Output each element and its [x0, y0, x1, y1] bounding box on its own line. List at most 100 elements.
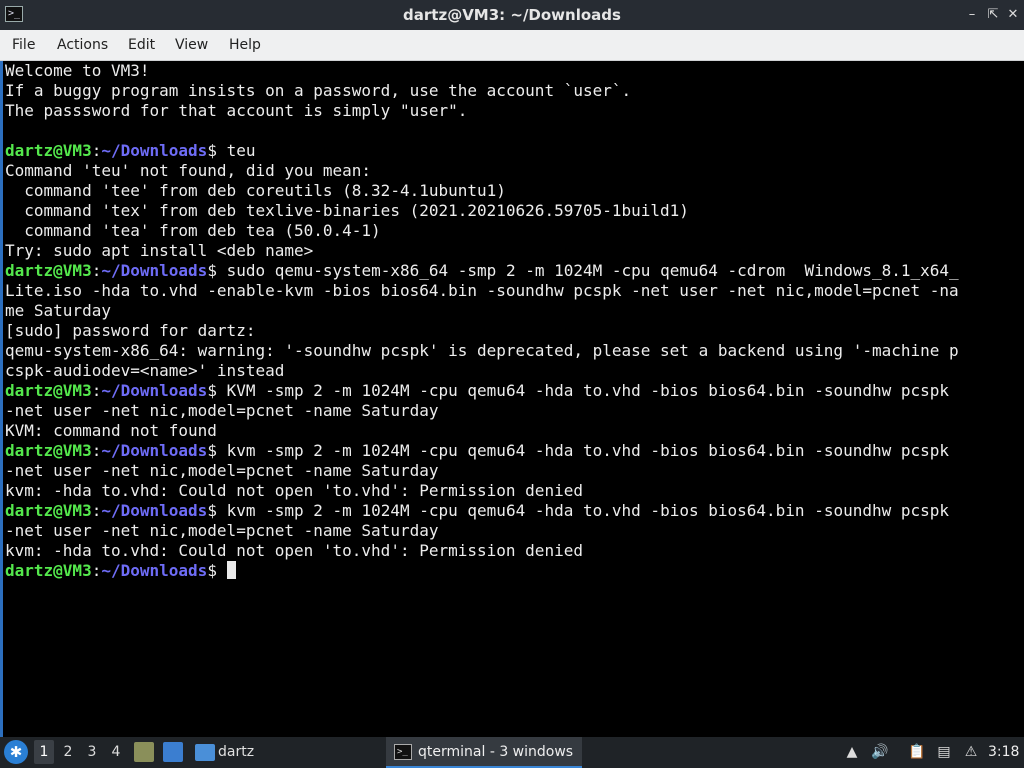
terminal-output: Welcome to VM3! If a buggy program insist… [5, 61, 959, 581]
folder-label[interactable]: dartz [218, 737, 254, 768]
menu-help[interactable]: Help [229, 30, 261, 60]
terminal-line: The passsword for that account is simply… [5, 101, 959, 121]
terminal-line: command 'tex' from deb texlive-binaries … [5, 201, 959, 221]
workspace-1[interactable]: 1 [34, 740, 54, 764]
prompt-separator: : [91, 381, 102, 400]
prompt-path: ~/Downloads [101, 501, 208, 520]
prompt-user: dartz@VM3 [5, 141, 92, 160]
prompt-separator: : [91, 261, 102, 280]
line-text: Lite.iso -hda to.vhd -enable-kvm -bios b… [5, 281, 959, 300]
line-text: Welcome to VM3! [5, 61, 150, 80]
menu-view[interactable]: View [175, 30, 208, 60]
taskbar: ✱ 1 2 3 4 dartz >_ qterminal - 3 windows… [0, 737, 1024, 768]
workspace-4[interactable]: 4 [106, 740, 126, 764]
line-text: me Saturday [5, 301, 111, 320]
line-text: sudo qemu-system-x86_64 -smp 2 -m 1024M … [216, 261, 959, 280]
maximize-icon[interactable]: ⇱ [985, 7, 1001, 23]
terminal-line: dartz@VM3:~/Downloads$ sudo qemu-system-… [5, 261, 959, 281]
line-text: KVM: command not found [5, 421, 217, 440]
terminal-line: cspk-audiodev=<name>' instead [5, 361, 959, 381]
text-cursor [226, 561, 236, 579]
terminal-line: command 'tee' from deb coreutils (8.32-4… [5, 181, 959, 201]
prompt-dollar: $ [207, 381, 217, 400]
clipboard-icon[interactable]: 📋 [908, 743, 926, 761]
terminal-line: dartz@VM3:~/Downloads$ KVM -smp 2 -m 102… [5, 381, 959, 401]
line-text: qemu-system-x86_64: warning: '-soundhw p… [5, 341, 959, 360]
start-menu-icon[interactable]: ✱ [4, 740, 28, 764]
menu-file[interactable]: File [12, 30, 35, 60]
terminal-line: kvm: -hda to.vhd: Could not open 'to.vhd… [5, 481, 959, 501]
notification-up-icon[interactable]: ▲ [843, 743, 861, 761]
menu-actions[interactable]: Actions [57, 30, 108, 60]
terminal-line: If a buggy program insists on a password… [5, 81, 959, 101]
line-text: The passsword for that account is simply… [5, 101, 468, 120]
prompt-user: dartz@VM3 [5, 261, 92, 280]
terminal-line: [sudo] password for dartz: [5, 321, 959, 341]
close-icon[interactable]: ✕ [1005, 7, 1021, 23]
terminal-line: dartz@VM3:~/Downloads$ kvm -smp 2 -m 102… [5, 441, 959, 461]
terminal-line: me Saturday [5, 301, 959, 321]
prompt-separator: : [91, 561, 102, 580]
line-text: kvm: -hda to.vhd: Could not open 'to.vhd… [5, 481, 583, 500]
terminal-line: -net user -net nic,model=pcnet -name Sat… [5, 521, 959, 541]
terminal-line: KVM: command not found [5, 421, 959, 441]
prompt-dollar: $ [207, 261, 217, 280]
prompt-path: ~/Downloads [101, 561, 208, 580]
window-title: dartz@VM3: ~/Downloads [403, 6, 621, 24]
terminal-line: dartz@VM3:~/Downloads$ kvm -smp 2 -m 102… [5, 501, 959, 521]
terminal-line: kvm: -hda to.vhd: Could not open 'to.vhd… [5, 541, 959, 561]
prompt-dollar: $ [207, 501, 217, 520]
prompt-path: ~/Downloads [101, 441, 208, 460]
prompt-dollar: $ [207, 561, 217, 580]
workspace-2[interactable]: 2 [58, 740, 78, 764]
line-text: command 'tex' from deb texlive-binaries … [5, 201, 689, 220]
line-text: command 'tee' from deb coreutils (8.32-4… [5, 181, 506, 200]
line-text: If a buggy program insists on a password… [5, 81, 632, 100]
prompt-path: ~/Downloads [101, 381, 208, 400]
menu-bar: File Actions Edit View Help [0, 30, 1024, 61]
prompt-user: dartz@VM3 [5, 501, 92, 520]
line-text: kvm: -hda to.vhd: Could not open 'to.vhd… [5, 541, 583, 560]
task-qterminal[interactable]: >_ qterminal - 3 windows [386, 737, 582, 768]
line-text: [sudo] password for dartz: [5, 321, 256, 340]
file-manager-icon[interactable] [134, 742, 154, 762]
update-alert-icon[interactable]: ⚠ [962, 743, 980, 761]
prompt-dollar: $ [207, 141, 217, 160]
prompt-user: dartz@VM3 [5, 441, 92, 460]
title-bar: >_ dartz@VM3: ~/Downloads – ⇱ ✕ [0, 0, 1024, 30]
menu-edit[interactable]: Edit [128, 30, 155, 60]
prompt-separator: : [91, 441, 102, 460]
line-text: kvm -smp 2 -m 1024M -cpu qemu64 -hda to.… [216, 441, 950, 460]
clock[interactable]: 3:18 [988, 737, 1019, 768]
desktop-icon[interactable] [163, 742, 183, 762]
terminal-line: dartz@VM3:~/Downloads$ [5, 561, 959, 581]
prompt-separator: : [91, 141, 102, 160]
line-text: cspk-audiodev=<name>' instead [5, 361, 285, 380]
terminal-line: -net user -net nic,model=pcnet -name Sat… [5, 401, 959, 421]
line-text: KVM -smp 2 -m 1024M -cpu qemu64 -hda to.… [216, 381, 950, 400]
terminal-line: Command 'teu' not found, did you mean: [5, 161, 959, 181]
terminal-line: Lite.iso -hda to.vhd -enable-kvm -bios b… [5, 281, 959, 301]
line-text [217, 561, 227, 580]
terminal-line: -net user -net nic,model=pcnet -name Sat… [5, 461, 959, 481]
terminal-line: dartz@VM3:~/Downloads$ teu [5, 141, 959, 161]
line-text: teu [216, 141, 256, 160]
workspace-3[interactable]: 3 [82, 740, 102, 764]
terminal-line: command 'tea' from deb tea (50.0.4-1) [5, 221, 959, 241]
network-icon[interactable]: ▤ [935, 743, 953, 761]
task-label: qterminal - 3 windows [418, 744, 574, 760]
line-text: kvm -smp 2 -m 1024M -cpu qemu64 -hda to.… [216, 501, 950, 520]
line-text: Command 'teu' not found, did you mean: [5, 161, 372, 180]
folder-icon[interactable] [195, 744, 215, 761]
terminal-line: Try: sudo apt install <deb name> [5, 241, 959, 261]
terminal-line: qemu-system-x86_64: warning: '-soundhw p… [5, 341, 959, 361]
prompt-dollar: $ [207, 441, 217, 460]
minimize-icon[interactable]: – [964, 7, 980, 23]
line-text: -net user -net nic,model=pcnet -name Sat… [5, 521, 439, 540]
terminal-area[interactable]: Welcome to VM3! If a buggy program insist… [0, 61, 1024, 737]
prompt-user: dartz@VM3 [5, 381, 92, 400]
prompt-user: dartz@VM3 [5, 561, 92, 580]
volume-icon[interactable]: 🔊 [871, 743, 889, 761]
line-text: Try: sudo apt install <deb name> [5, 241, 314, 260]
